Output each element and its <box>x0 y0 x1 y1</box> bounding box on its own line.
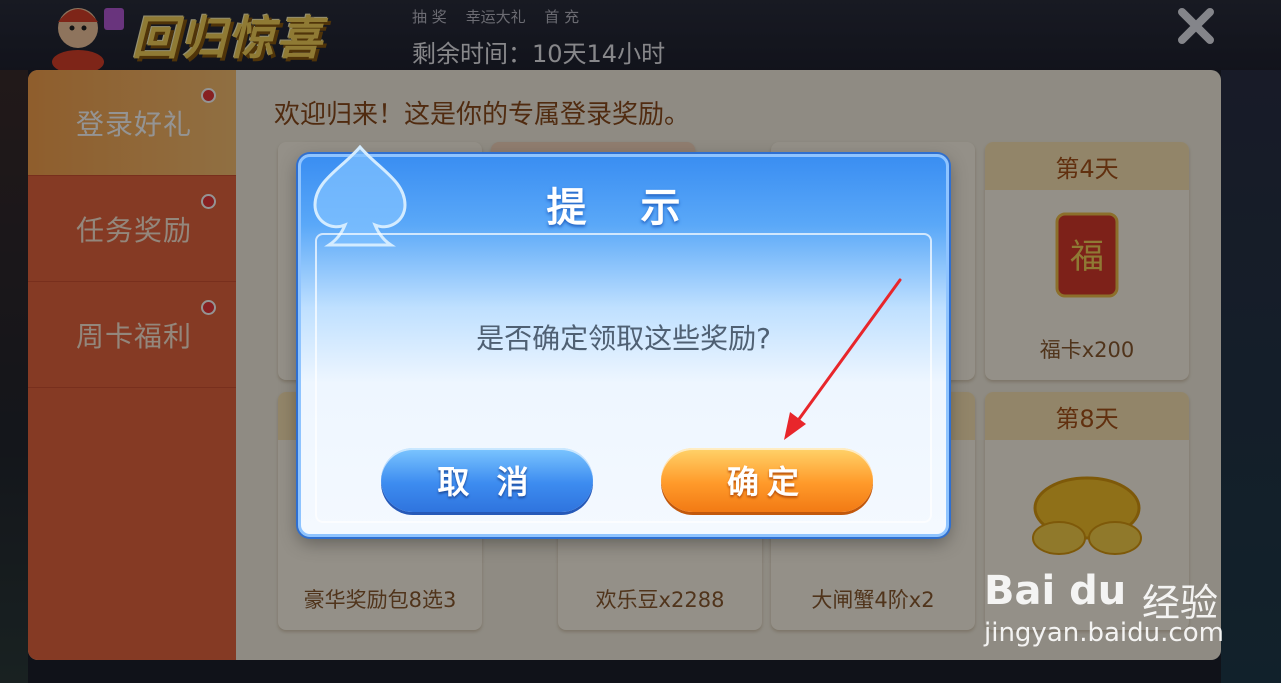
baidu-watermark: Bai du 经验 jingyan.baidu.com <box>980 550 1240 660</box>
baidu-logo: Bai du <box>984 568 1127 614</box>
confirm-button[interactable]: 确定 <box>661 448 873 512</box>
watermark-url: jingyan.baidu.com <box>984 618 1224 648</box>
cancel-button[interactable]: 取 消 <box>381 448 593 512</box>
dialog-title: 提 示 <box>546 185 701 231</box>
annotation-arrow-icon <box>784 278 902 440</box>
